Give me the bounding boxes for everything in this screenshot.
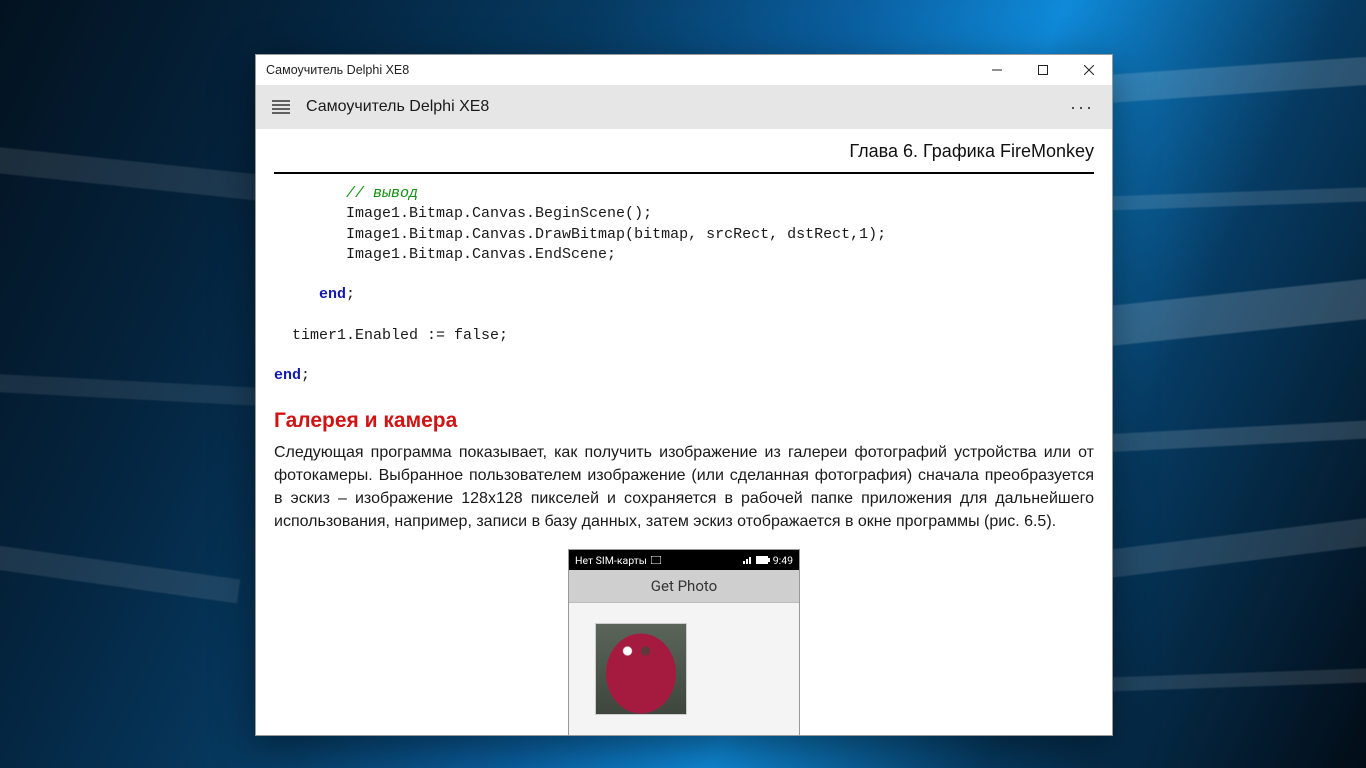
- battery-icon: [756, 556, 770, 564]
- toolbar-title: Самоучитель Delphi XE8: [306, 98, 489, 116]
- chapter-divider: [274, 172, 1094, 174]
- code-line: timer1.Enabled := false;: [292, 327, 508, 344]
- minimize-icon: [992, 65, 1002, 75]
- body-paragraph: Следующая программа показывает, как полу…: [256, 441, 1112, 544]
- phone-app-body: [569, 603, 799, 735]
- chapter-heading: Глава 6. Графика FireMonkey: [256, 129, 1112, 168]
- menu-icon: [272, 100, 290, 114]
- code-comment: // вывод: [346, 185, 418, 202]
- more-button[interactable]: ···: [1062, 97, 1102, 118]
- close-button[interactable]: [1066, 55, 1112, 85]
- phone-app-header: Get Photo: [569, 570, 799, 603]
- code-keyword-end: end: [274, 367, 301, 384]
- code-keyword-end: end: [319, 286, 346, 303]
- code-line: Image1.Bitmap.Canvas.EndScene;: [346, 246, 616, 263]
- signal-icon: [743, 556, 753, 564]
- menu-button[interactable]: [256, 100, 306, 114]
- figure-phone-screenshot: Нет SIM-карты 9:49: [568, 549, 800, 735]
- app-window: Самоучитель Delphi XE8: [255, 54, 1113, 736]
- phone-status-bar: Нет SIM-карты 9:49: [569, 550, 799, 570]
- sim-icon: [651, 556, 661, 564]
- phone-time: 9:49: [773, 554, 793, 567]
- app-toolbar: Самоучитель Delphi XE8 ···: [256, 85, 1112, 129]
- document-page[interactable]: Глава 6. Графика FireMonkey // вывод Ima…: [256, 129, 1112, 735]
- close-icon: [1084, 65, 1094, 75]
- code-line: ;: [301, 367, 310, 384]
- window-controls: [974, 55, 1112, 85]
- thumbnail-image: [595, 623, 687, 715]
- window-title: Самоучитель Delphi XE8: [266, 63, 409, 77]
- maximize-button[interactable]: [1020, 55, 1066, 85]
- phone-sim-text: Нет SIM-карты: [575, 554, 647, 567]
- section-heading: Галерея и камера: [256, 391, 1112, 441]
- code-line: Image1.Bitmap.Canvas.BeginScene();: [346, 205, 652, 222]
- code-line: ;: [346, 286, 355, 303]
- code-block: // вывод Image1.Bitmap.Canvas.BeginScene…: [256, 184, 1112, 391]
- desktop-wallpaper: Самоучитель Delphi XE8: [0, 0, 1366, 768]
- maximize-icon: [1038, 65, 1048, 75]
- window-titlebar[interactable]: Самоучитель Delphi XE8: [256, 55, 1112, 85]
- code-line: Image1.Bitmap.Canvas.DrawBitmap(bitmap, …: [346, 226, 886, 243]
- minimize-button[interactable]: [974, 55, 1020, 85]
